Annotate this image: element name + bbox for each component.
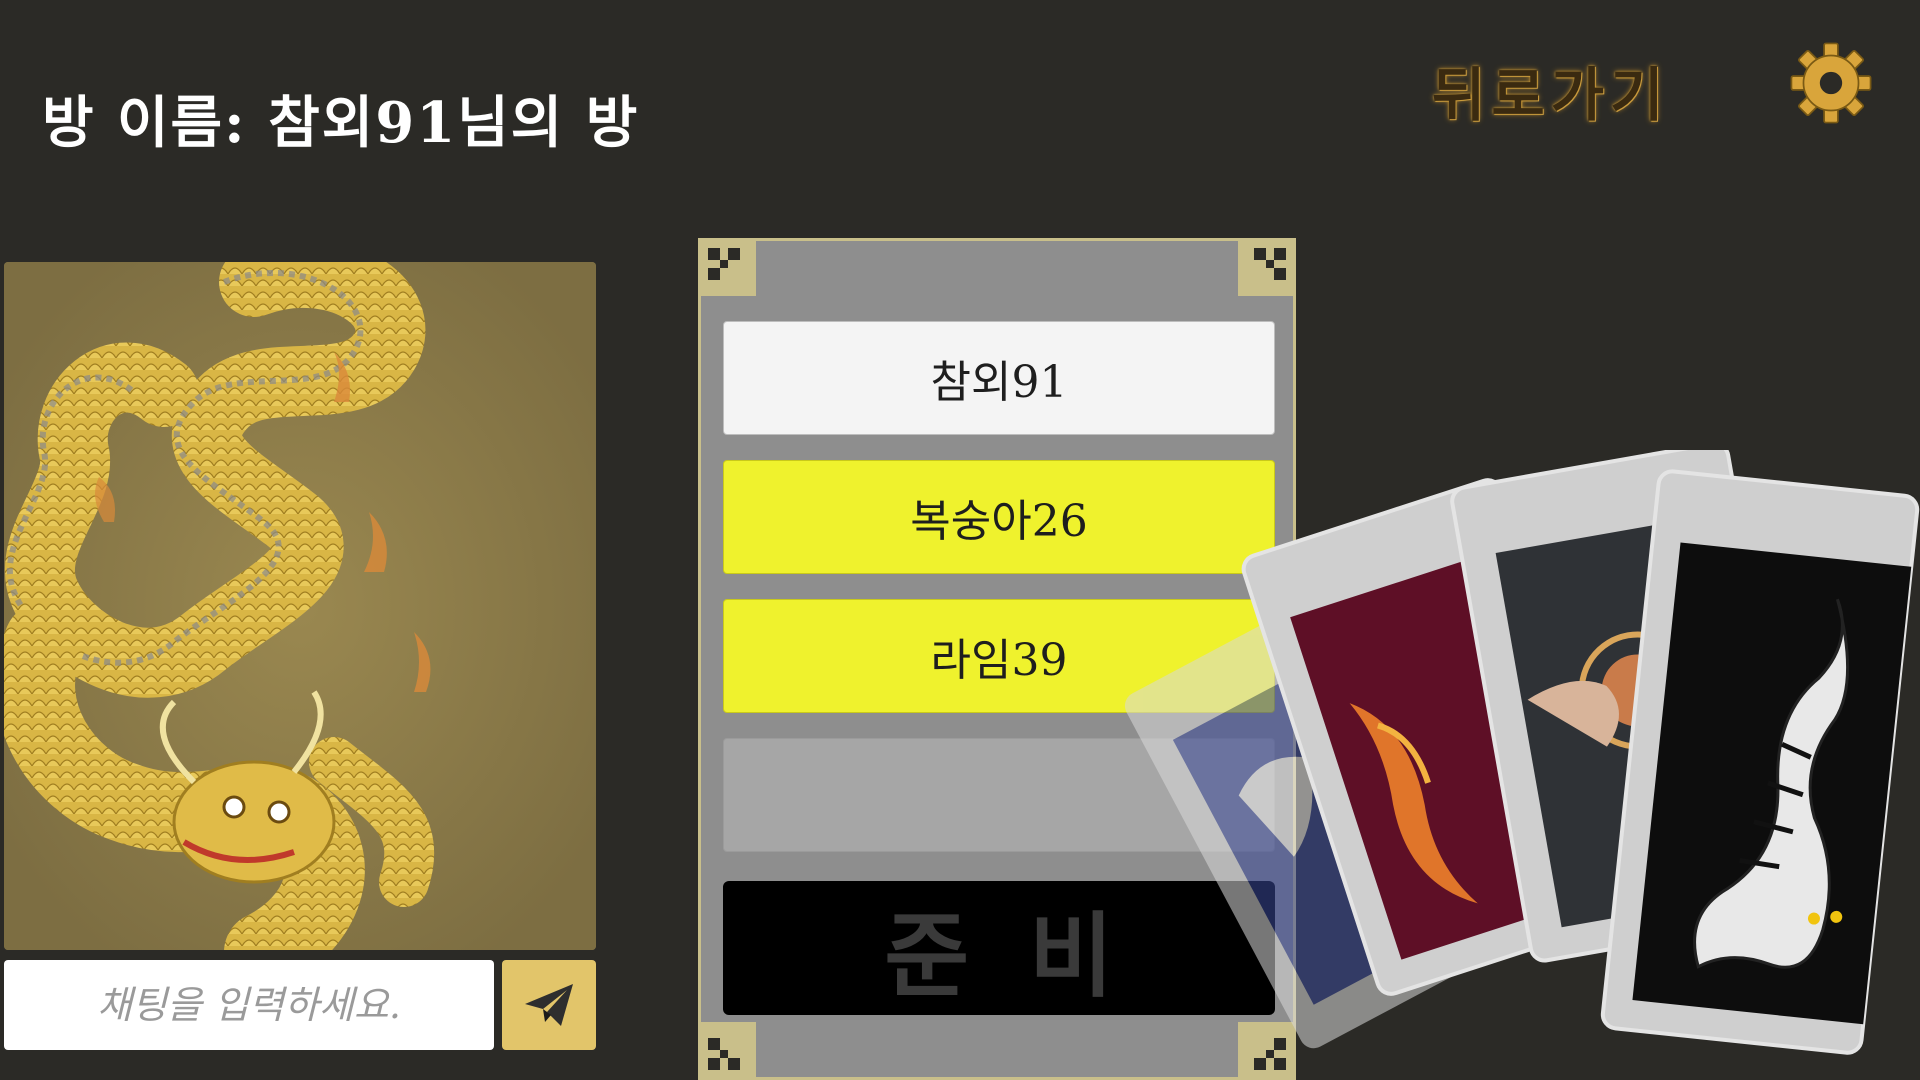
player-name: 복숭아26 (910, 496, 1088, 547)
back-button[interactable]: 뒤로가기 (1432, 48, 1669, 132)
send-button[interactable] (502, 960, 596, 1050)
player-name: 라임39 (930, 635, 1068, 686)
player-slot-1[interactable]: 참외91 (723, 321, 1275, 435)
paper-plane-icon (525, 984, 573, 1026)
corner-ornament (700, 240, 756, 296)
corner-ornament (1238, 240, 1294, 296)
player-name: 참외91 (930, 357, 1068, 408)
dragon-illustration (4, 262, 596, 950)
hwatu-cards-decoration (1124, 450, 1920, 1055)
corner-ornament (700, 1022, 756, 1078)
room-title: 방 이름: 참외91님의 방 (42, 90, 640, 156)
chat-input[interactable] (4, 960, 494, 1050)
gear-icon[interactable] (1788, 40, 1874, 126)
